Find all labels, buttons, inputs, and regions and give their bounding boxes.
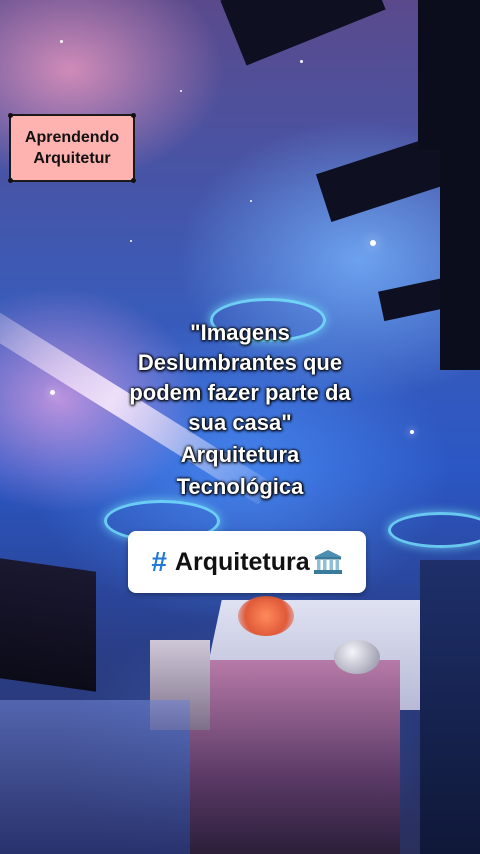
badge-line-2: Arquitetur — [33, 150, 111, 167]
star — [180, 90, 182, 92]
right-wall — [420, 560, 480, 854]
channel-badge: Aprendendo Arquitetur — [8, 113, 136, 183]
speaker-column — [440, 140, 480, 370]
bowl — [334, 640, 380, 674]
caption-subtitle-line: Tecnológica — [176, 474, 304, 499]
caption-line: sua casa" — [188, 410, 292, 435]
flower-arrangement — [238, 596, 294, 636]
star — [60, 40, 63, 43]
counter-front — [190, 660, 400, 854]
badge-line-1: Aprendendo — [24, 129, 120, 146]
badge-corner-handle — [8, 178, 13, 183]
hashtag-text: Arquitetura — [174, 547, 310, 576]
caption-line: podem fazer parte da — [129, 380, 351, 405]
star — [300, 60, 303, 63]
badge-corner-handle — [131, 113, 136, 118]
video-caption: "Imagens Deslumbrantes que podem fazer p… — [90, 318, 390, 502]
star — [130, 240, 132, 242]
classical-building-icon — [313, 549, 343, 575]
dark-cabinet — [0, 558, 96, 692]
caption-line: Deslumbrantes que — [137, 350, 343, 375]
badge-corner-handle — [131, 178, 136, 183]
caption-line: "Imagens — [190, 320, 290, 345]
badge-corner-handle — [8, 113, 13, 118]
floor-reflection — [0, 700, 190, 854]
ceiling-beam — [220, 0, 386, 66]
caption-subtitle-line: Arquitetura — [180, 442, 300, 467]
speaker-column — [418, 0, 480, 150]
table-ring — [388, 512, 480, 548]
star — [50, 390, 55, 395]
hashtag-sticker[interactable]: # Arquitetura — [128, 531, 366, 593]
star — [370, 240, 376, 246]
hashtag-symbol: # — [151, 546, 167, 577]
star — [250, 200, 252, 202]
star — [410, 430, 414, 434]
